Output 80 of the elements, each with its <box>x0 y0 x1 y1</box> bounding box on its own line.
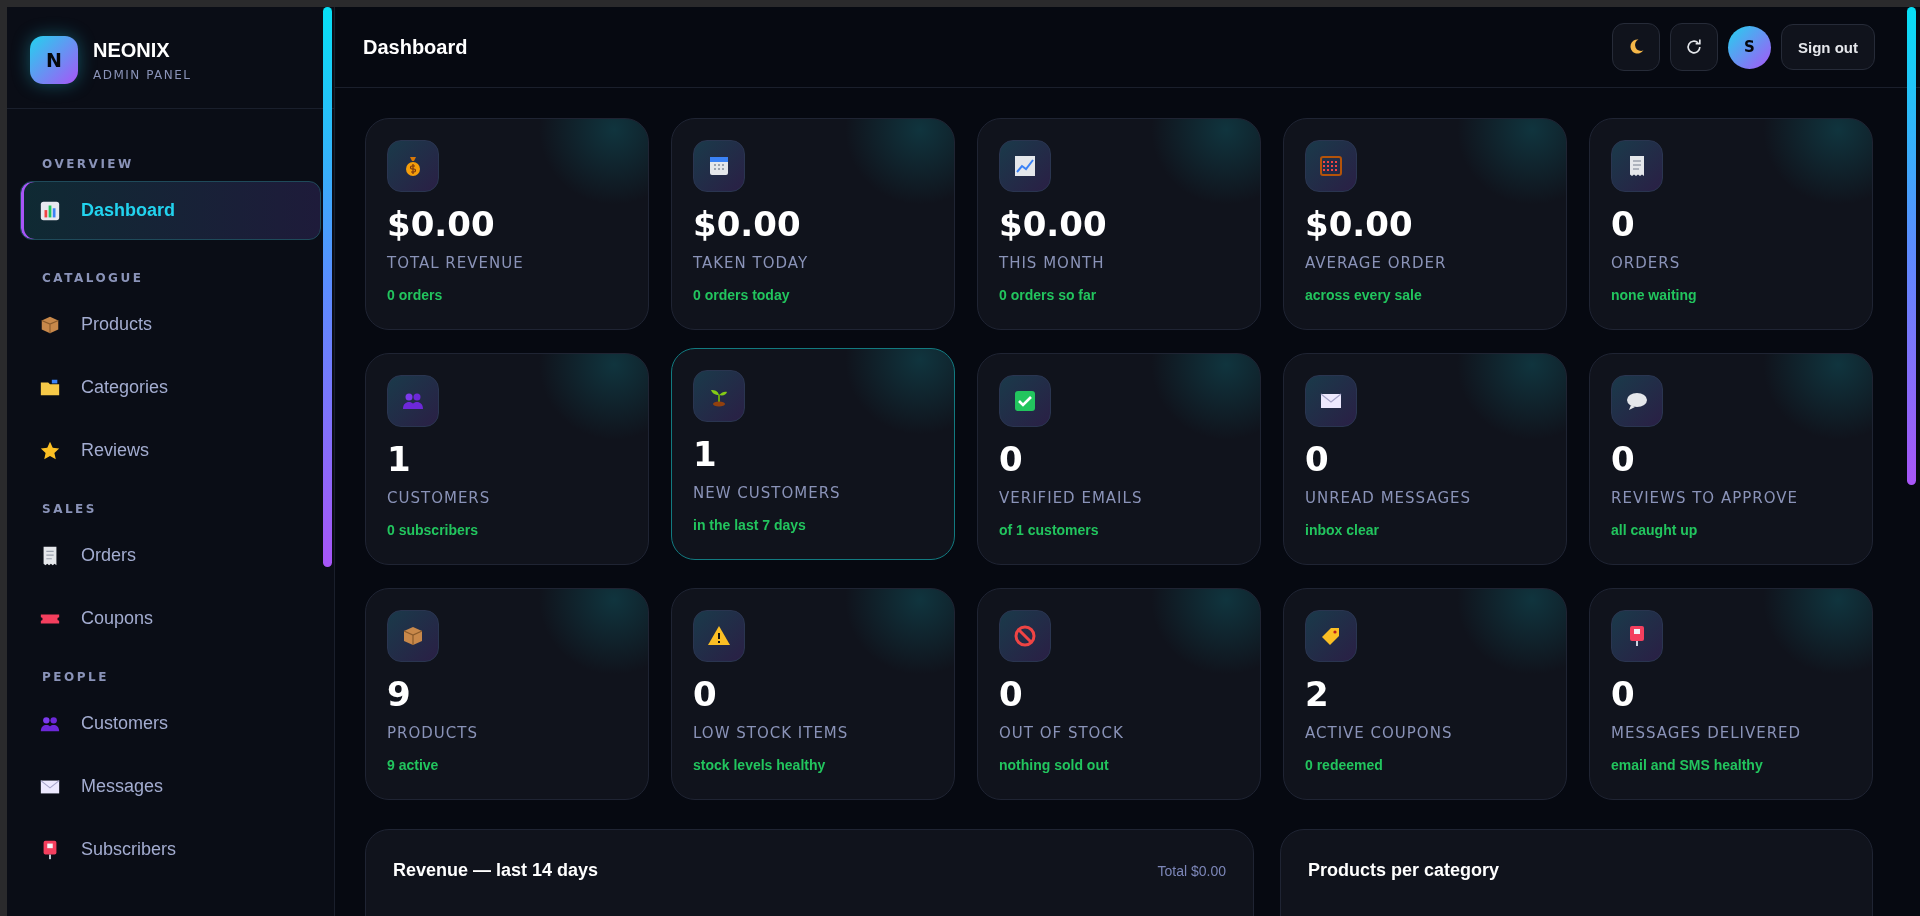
theme-button[interactable] <box>1612 23 1660 71</box>
stat-value: 9 <box>387 674 412 714</box>
nav-item[interactable]: Dashboard <box>20 181 321 240</box>
nav-item[interactable]: Categories <box>20 358 321 417</box>
stat-value: 0 <box>1611 204 1636 244</box>
section-label: CATALOGUE <box>41 271 145 285</box>
revenue-total: Total $0.00 <box>1157 862 1226 879</box>
stat-value: $0.00 <box>1305 204 1414 244</box>
stat-note: of 1 customers <box>999 522 1100 538</box>
stat-note: none waiting <box>1611 287 1698 303</box>
stat-note: 9 active <box>387 757 440 773</box>
stat-note: in the last 7 days <box>693 517 807 533</box>
checkbox-icon <box>1013 389 1037 413</box>
stat-label: REVIEWS TO APPROVE <box>1611 489 1799 507</box>
user-avatar[interactable]: S <box>1728 25 1771 69</box>
stat-label: MESSAGES DELIVERED <box>1611 724 1803 742</box>
stat-value: 0 <box>1611 674 1636 714</box>
section-label: OVERVIEW <box>41 157 135 171</box>
stat-value: $0.00 <box>693 204 802 244</box>
stat-label: LOW STOCK ITEMS <box>693 724 850 742</box>
stat-value: 0 <box>693 674 718 714</box>
nav-item[interactable]: Reviews <box>20 421 321 480</box>
refresh-icon <box>1684 37 1704 57</box>
bar-chart-icon <box>39 199 61 222</box>
logo-mark: N <box>30 36 78 84</box>
nav-item[interactable]: Subscribers <box>20 820 321 879</box>
stat-note: inbox clear <box>1305 522 1380 538</box>
nav-item[interactable]: Messages <box>20 757 321 816</box>
nav-item[interactable]: Orders <box>20 526 321 585</box>
stat-value: 0 <box>999 439 1024 479</box>
scrollbar-thumb[interactable] <box>1907 7 1916 485</box>
stat-note: 0 subscribers <box>387 522 480 538</box>
stat-note: 0 redeemed <box>1305 757 1384 773</box>
stat-value: 0 <box>1305 439 1330 479</box>
stat-label: TAKEN TODAY <box>693 254 810 272</box>
nav-item[interactable]: Coupons <box>20 589 321 648</box>
warning-icon <box>707 624 731 648</box>
stat-note: email and SMS healthy <box>1611 757 1764 773</box>
stat-label: PRODUCTS <box>387 724 479 742</box>
refresh-button[interactable] <box>1670 23 1718 71</box>
stat-value: 0 <box>999 674 1024 714</box>
stat-label: TOTAL REVENUE <box>387 254 525 272</box>
line-chart-icon <box>1013 154 1037 178</box>
stat-value: 2 <box>1305 674 1330 714</box>
section-label: PEOPLE <box>41 670 110 684</box>
nav-item[interactable]: Customers <box>20 694 321 753</box>
panel-title: Products per category <box>1308 860 1500 881</box>
stat-label: VERIFIED EMAILS <box>999 489 1144 507</box>
scrollbar-thumb[interactable] <box>323 7 332 567</box>
stat-label: UNREAD MESSAGES <box>1305 489 1473 507</box>
stat-value: $0.00 <box>999 204 1108 244</box>
page-title: Dashboard <box>363 35 468 59</box>
prohibited-icon <box>1013 624 1037 648</box>
stat-note: stock levels healthy <box>693 757 827 773</box>
stat-note: 0 orders <box>387 287 444 303</box>
stat-note: nothing sold out <box>999 757 1110 773</box>
calendar-icon <box>707 154 731 178</box>
box-icon <box>401 624 425 648</box>
stat-note: all caught up <box>1611 522 1699 538</box>
nav-item[interactable]: Products <box>20 295 321 354</box>
brand-name: NEONIX <box>93 38 171 62</box>
stat-note: across every sale <box>1305 287 1423 303</box>
stat-note: 0 orders today <box>693 287 791 303</box>
stat-label: NEW CUSTOMERS <box>693 484 842 502</box>
section-label: SALES <box>41 502 98 516</box>
stat-label: OUT OF STOCK <box>999 724 1125 742</box>
stat-value: 1 <box>693 434 718 474</box>
stat-value: 1 <box>387 439 412 479</box>
sign-out-button[interactable]: Sign out <box>1781 24 1875 70</box>
stat-label: AVERAGE ORDER <box>1305 254 1448 272</box>
panel-title: Revenue — last 14 days <box>393 860 599 881</box>
stat-label: CUSTOMERS <box>387 489 492 507</box>
stat-note: 0 orders so far <box>999 287 1098 303</box>
abacus-icon <box>1319 154 1343 178</box>
stat-label: ACTIVE COUPONS <box>1305 724 1454 742</box>
brand-subtitle: ADMIN PANEL <box>93 67 192 82</box>
stat-value: $0.00 <box>387 204 496 244</box>
stat-value: 0 <box>1611 439 1636 479</box>
stat-label: THIS MONTH <box>999 254 1106 272</box>
stat-label: ORDERS <box>1611 254 1682 272</box>
